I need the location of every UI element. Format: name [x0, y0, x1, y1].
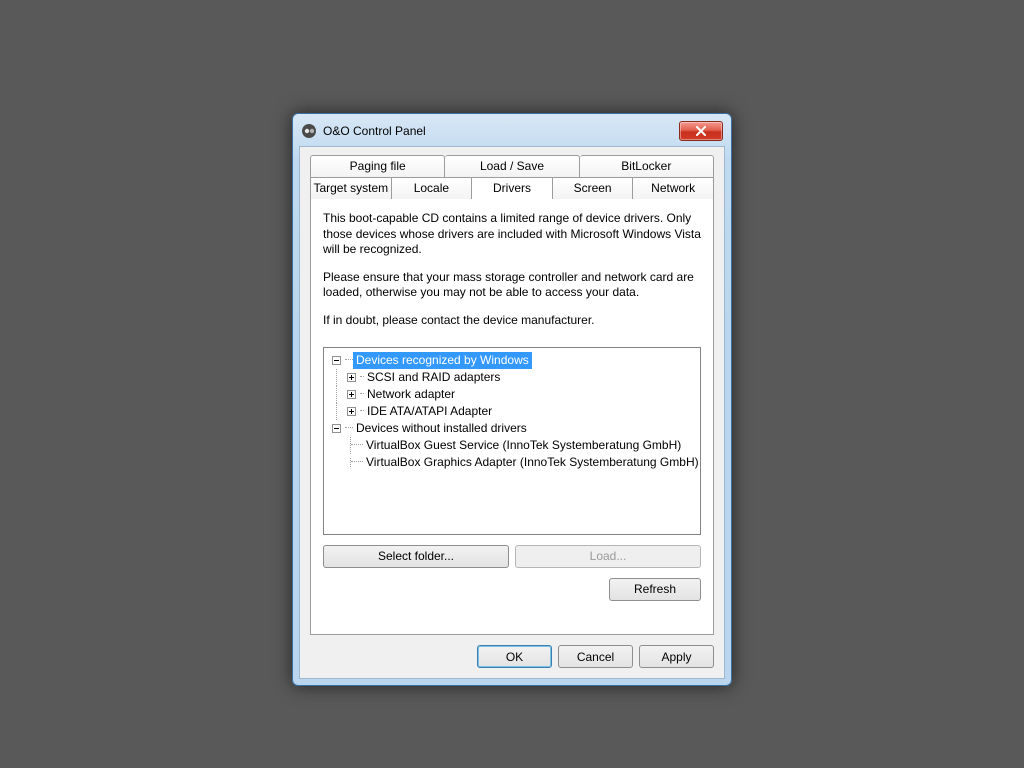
description-text: This boot-capable CD contains a limited …: [323, 211, 701, 341]
tab-paging-file[interactable]: Paging file: [310, 155, 445, 177]
tree-item[interactable]: VirtualBox Graphics Adapter (InnoTek Sys…: [326, 454, 698, 471]
tab-load-save[interactable]: Load / Save: [445, 155, 579, 177]
select-folder-button[interactable]: Select folder...: [323, 545, 509, 568]
tree-item-label[interactable]: Network adapter: [364, 386, 458, 403]
app-icon: [301, 123, 317, 139]
tree-item-label[interactable]: IDE ATA/ATAPI Adapter: [364, 403, 495, 420]
tab-target-system[interactable]: Target system: [310, 177, 392, 199]
folder-load-row: Select folder... Load...: [323, 545, 701, 568]
tree-item[interactable]: VirtualBox Guest Service (InnoTek System…: [326, 437, 698, 454]
tab-page-drivers: This boot-capable CD contains a limited …: [310, 198, 714, 635]
client-area: Paging file Load / Save BitLocker Target…: [299, 146, 725, 679]
plus-icon[interactable]: [347, 373, 356, 382]
tab-screen[interactable]: Screen: [553, 177, 634, 199]
titlebar[interactable]: O&O Control Panel: [299, 120, 725, 146]
desc-p3: If in doubt, please contact the device m…: [323, 313, 701, 329]
window-title: O&O Control Panel: [323, 124, 679, 138]
dialog-footer: OK Cancel Apply: [310, 635, 714, 668]
close-icon: [695, 126, 707, 136]
minus-icon[interactable]: [332, 356, 341, 365]
desc-p1: This boot-capable CD contains a limited …: [323, 211, 701, 258]
tab-bitlocker[interactable]: BitLocker: [580, 155, 714, 177]
tree-item-label[interactable]: VirtualBox Guest Service (InnoTek System…: [363, 437, 684, 454]
cancel-button[interactable]: Cancel: [558, 645, 633, 668]
tab-locale[interactable]: Locale: [392, 177, 473, 199]
ok-button[interactable]: OK: [477, 645, 552, 668]
tree-item-label[interactable]: SCSI and RAID adapters: [364, 369, 503, 386]
plus-icon[interactable]: [347, 407, 356, 416]
minus-icon[interactable]: [332, 424, 341, 433]
tab-network[interactable]: Network: [633, 177, 714, 199]
tree-label-missing[interactable]: Devices without installed drivers: [353, 420, 530, 437]
tree-item-label[interactable]: VirtualBox Graphics Adapter (InnoTek Sys…: [363, 454, 701, 471]
apply-button[interactable]: Apply: [639, 645, 714, 668]
refresh-row: Refresh: [323, 578, 701, 601]
tree-label-recognized[interactable]: Devices recognized by Windows: [353, 352, 532, 369]
plus-icon[interactable]: [347, 390, 356, 399]
device-tree[interactable]: Devices recognized by Windows SCSI and R…: [323, 347, 701, 535]
tree-root-missing[interactable]: Devices without installed drivers: [326, 420, 698, 437]
tab-drivers[interactable]: Drivers: [472, 177, 553, 199]
desc-p2: Please ensure that your mass storage con…: [323, 270, 701, 301]
load-button[interactable]: Load...: [515, 545, 701, 568]
tree-root-recognized[interactable]: Devices recognized by Windows: [326, 352, 698, 369]
refresh-button[interactable]: Refresh: [609, 578, 701, 601]
tab-strip: Paging file Load / Save BitLocker Target…: [310, 155, 714, 199]
close-button[interactable]: [679, 121, 723, 141]
tree-item[interactable]: IDE ATA/ATAPI Adapter: [326, 403, 698, 420]
dialog-window: O&O Control Panel Paging file Load / Sav…: [292, 113, 732, 686]
tree-item[interactable]: Network adapter: [326, 386, 698, 403]
tree-item[interactable]: SCSI and RAID adapters: [326, 369, 698, 386]
